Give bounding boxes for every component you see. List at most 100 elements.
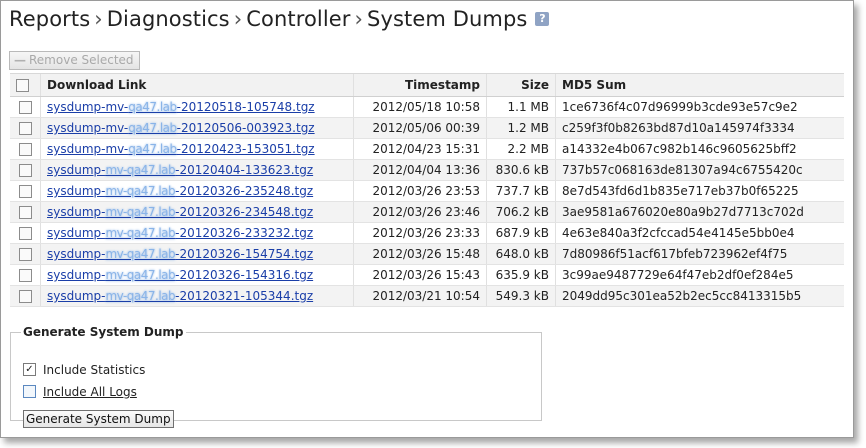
download-link[interactable]: sysdump-mv-qa47.lab-20120321-105344.tgz (47, 289, 313, 303)
table-row: sysdump-mv-qa47.lab-20120326-233232.tgz 2… (10, 222, 844, 244)
include-statistics-label: Include Statistics (43, 363, 146, 377)
md5-cell: 3ae9581a676020e80a9b27d7713c702d (555, 201, 844, 223)
page-title: Reports › Diagnostics › Controller › System Du… (9, 7, 550, 31)
row-select-cell (10, 201, 41, 223)
include-statistics-option[interactable]: ✓ Include Statistics (23, 363, 145, 377)
size-cell: 737.7 kB (486, 180, 556, 202)
breadcrumb-diagnostics[interactable]: Diagnostics (107, 7, 230, 31)
obscured-hostname: qa47.lab (128, 121, 177, 135)
obscured-hostname: mv-qa47.lab (105, 205, 176, 219)
col-md5[interactable]: MD5 Sum (555, 73, 844, 97)
size-cell: 549.3 kB (486, 285, 556, 307)
row-checkbox[interactable] (18, 143, 32, 156)
download-link[interactable]: sysdump-mv-qa47.lab-20120326-234548.tgz (47, 205, 313, 219)
row-checkbox[interactable] (18, 269, 32, 282)
size-cell: 830.6 kB (486, 159, 556, 181)
breadcrumb-reports[interactable]: Reports (9, 7, 90, 31)
link-suffix: -20120326-154754.tgz (175, 247, 314, 261)
link-suffix: -20120506-003923.tgz (176, 121, 315, 135)
download-link[interactable]: sysdump-mv-qa47.lab-20120518-105748.tgz (47, 100, 315, 114)
link-suffix: -20120326-234548.tgz (175, 205, 314, 219)
table-row: sysdump-mv-qa47.lab-20120321-105344.tgz 2… (10, 285, 844, 307)
link-suffix: -20120404-133623.tgz (175, 163, 314, 177)
generate-system-dump-group: Generate System Dump ✓ Include Statistics… (10, 325, 542, 428)
link-prefix: sysdump-mv- (47, 100, 129, 114)
col-timestamp[interactable]: Timestamp (353, 73, 487, 97)
link-prefix: sysdump- (47, 205, 106, 219)
system-dumps-panel: Reports › Diagnostics › Controller › System Du… (0, 0, 854, 438)
timestamp-cell: 2012/05/06 00:39 (353, 117, 487, 139)
timestamp-cell: 2012/03/21 10:54 (353, 285, 487, 307)
link-prefix: sysdump- (47, 184, 106, 198)
generate-legend: Generate System Dump (23, 325, 184, 339)
minus-icon: — (14, 53, 26, 67)
breadcrumb-system-dumps: System Dumps (367, 7, 528, 31)
obscured-hostname: mv-qa47.lab (105, 289, 176, 303)
table-header-row: Download Link Timestamp Size MD5 Sum (10, 73, 844, 97)
remove-selected-label: Remove Selected (29, 53, 134, 67)
link-suffix: -20120326-233232.tgz (175, 226, 314, 240)
link-suffix: -20120326-154316.tgz (175, 268, 314, 282)
download-link[interactable]: sysdump-mv-qa47.lab-20120326-154754.tgz (47, 247, 313, 261)
breadcrumb-controller[interactable]: Controller (246, 7, 350, 31)
generate-system-dump-button[interactable]: Generate System Dump (23, 410, 174, 428)
download-link-cell: sysdump-mv-qa47.lab-20120518-105748.tgz (40, 96, 354, 118)
col-size[interactable]: Size (486, 73, 556, 97)
download-link[interactable]: sysdump-mv-qa47.lab-20120404-133623.tgz (47, 163, 313, 177)
timestamp-cell: 2012/03/26 23:53 (353, 180, 487, 202)
row-select-cell (10, 96, 41, 118)
table-row: sysdump-mv-qa47.lab-20120326-154754.tgz 2… (10, 243, 844, 265)
link-prefix: sysdump- (47, 163, 106, 177)
download-link-cell: sysdump-mv-qa47.lab-20120326-235248.tgz (40, 180, 354, 202)
table-row: sysdump-mv-qa47.lab-20120326-154316.tgz 2… (10, 264, 844, 286)
download-link[interactable]: sysdump-mv-qa47.lab-20120423-153051.tgz (47, 142, 315, 156)
row-select-cell (10, 180, 41, 202)
obscured-hostname: qa47.lab (128, 142, 177, 156)
row-checkbox[interactable] (18, 185, 32, 198)
row-checkbox[interactable] (18, 122, 32, 135)
link-prefix: sysdump- (47, 289, 106, 303)
row-checkbox[interactable] (18, 101, 32, 114)
link-suffix: -20120423-153051.tgz (176, 142, 315, 156)
download-link[interactable]: sysdump-mv-qa47.lab-20120326-233232.tgz (47, 226, 313, 240)
breadcrumb-separator: › (354, 7, 364, 31)
download-link-cell: sysdump-mv-qa47.lab-20120326-154316.tgz (40, 264, 354, 286)
select-all-cell (10, 73, 41, 97)
md5-cell: 1ce6736f4c07d96999b3cde93e57c9e2 (555, 96, 844, 118)
link-prefix: sysdump-mv- (47, 121, 129, 135)
include-all-logs-checkbox[interactable] (23, 385, 36, 398)
row-checkbox[interactable] (18, 164, 32, 177)
md5-cell: c259f3f0b8263bd87d10a145974f3334 (555, 117, 844, 139)
download-link[interactable]: sysdump-mv-qa47.lab-20120326-154316.tgz (47, 268, 313, 282)
breadcrumb-separator: › (233, 7, 243, 31)
download-link[interactable]: sysdump-mv-qa47.lab-20120506-003923.tgz (47, 121, 315, 135)
table-row: sysdump-mv-qa47.lab-20120404-133623.tgz 2… (10, 159, 844, 181)
col-download-link[interactable]: Download Link (40, 73, 354, 97)
row-select-cell (10, 138, 41, 160)
help-icon[interactable]: ? (535, 12, 550, 26)
link-prefix: sysdump- (47, 226, 106, 240)
download-link[interactable]: sysdump-mv-qa47.lab-20120326-235248.tgz (47, 184, 313, 198)
size-cell: 706.2 kB (486, 201, 556, 223)
row-checkbox[interactable] (18, 290, 32, 303)
remove-selected-button[interactable]: — Remove Selected (9, 51, 140, 70)
row-checkbox[interactable] (18, 227, 32, 240)
row-select-cell (10, 159, 41, 181)
timestamp-cell: 2012/03/26 23:46 (353, 201, 487, 223)
table-row: sysdump-mv-qa47.lab-20120326-235248.tgz 2… (10, 180, 844, 202)
row-select-cell (10, 222, 41, 244)
include-statistics-checkbox[interactable]: ✓ (23, 363, 36, 376)
row-checkbox[interactable] (18, 248, 32, 261)
link-prefix: sysdump- (47, 268, 106, 282)
timestamp-cell: 2012/04/23 15:31 (353, 138, 487, 160)
row-checkbox[interactable] (18, 206, 32, 219)
table-row: sysdump-mv-qa47.lab-20120423-153051.tgz 2… (10, 138, 844, 160)
row-select-cell (10, 264, 41, 286)
select-all-checkbox[interactable] (16, 79, 29, 92)
link-prefix: sysdump- (47, 247, 106, 261)
link-suffix: -20120518-105748.tgz (176, 100, 315, 114)
obscured-hostname: qa47.lab (128, 100, 177, 114)
download-link-cell: sysdump-mv-qa47.lab-20120423-153051.tgz (40, 138, 354, 160)
row-select-cell (10, 243, 41, 265)
include-all-logs-option[interactable]: Include All Logs (23, 385, 137, 399)
